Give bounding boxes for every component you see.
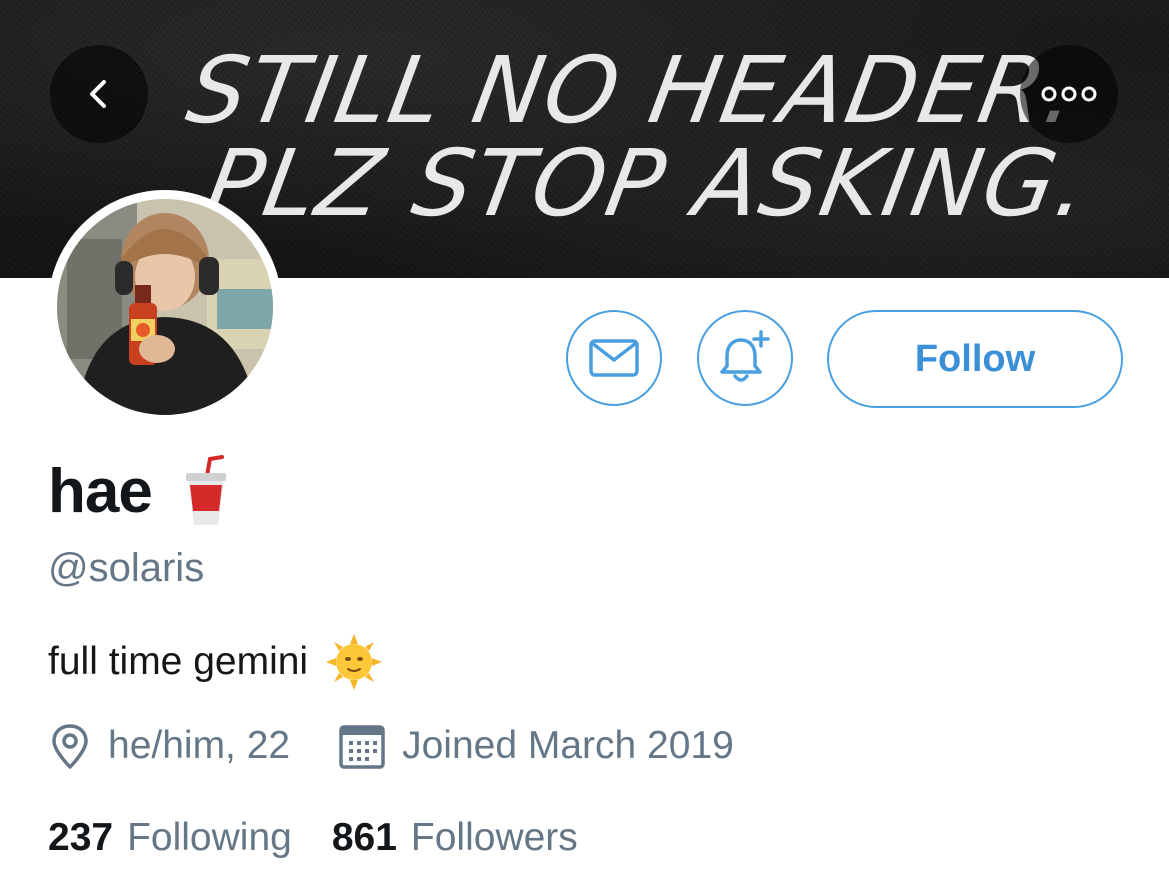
sun-with-face-icon	[326, 634, 383, 690]
cup-with-straw-icon	[185, 455, 226, 525]
bio: full time gemini	[48, 640, 309, 683]
mail-icon	[589, 339, 639, 377]
notifications-button[interactable]	[697, 310, 793, 406]
calendar-icon	[339, 725, 385, 769]
bio-row: full time gemini	[48, 632, 383, 692]
handle: @solaris	[48, 546, 205, 590]
follow-stats: 237 Following 861 Followers	[48, 812, 578, 864]
banner-line-2: PLZ STOP ASKING.	[198, 130, 1098, 237]
following-count: 237	[48, 816, 114, 859]
following-stat[interactable]: 237 Following	[48, 816, 292, 860]
back-button[interactable]	[50, 45, 148, 143]
location-item: he/him, 22	[48, 723, 290, 769]
profile-meta: he/him, 22 Joined March 2019	[48, 718, 734, 774]
followers-stat[interactable]: 861 Followers	[332, 816, 578, 860]
more-horizontal-icon	[1041, 86, 1097, 102]
chevron-left-icon	[90, 80, 106, 108]
bell-plus-icon	[720, 330, 770, 382]
display-name-row: hae	[48, 455, 228, 527]
more-options-button[interactable]	[1020, 45, 1118, 143]
avatar-photo	[57, 199, 273, 415]
location-pin-icon	[52, 724, 88, 769]
location-text: he/him, 22	[108, 724, 291, 767]
following-label: Following	[127, 816, 292, 859]
joined-text: Joined March 2019	[402, 724, 734, 767]
followers-label: Followers	[410, 816, 578, 859]
follow-button[interactable]: Follow	[827, 310, 1123, 408]
joined-item: Joined March 2019	[338, 722, 734, 770]
followers-count: 861	[331, 816, 397, 859]
profile-page: STILL NO HEADER. PLZ STOP ASKING. Follow…	[0, 0, 1169, 889]
message-button[interactable]	[566, 310, 662, 406]
banner-line-1: STILL NO HEADER.	[180, 37, 1087, 144]
avatar	[57, 199, 273, 415]
display-name: hae	[48, 456, 153, 526]
avatar-frame[interactable]	[48, 190, 282, 424]
